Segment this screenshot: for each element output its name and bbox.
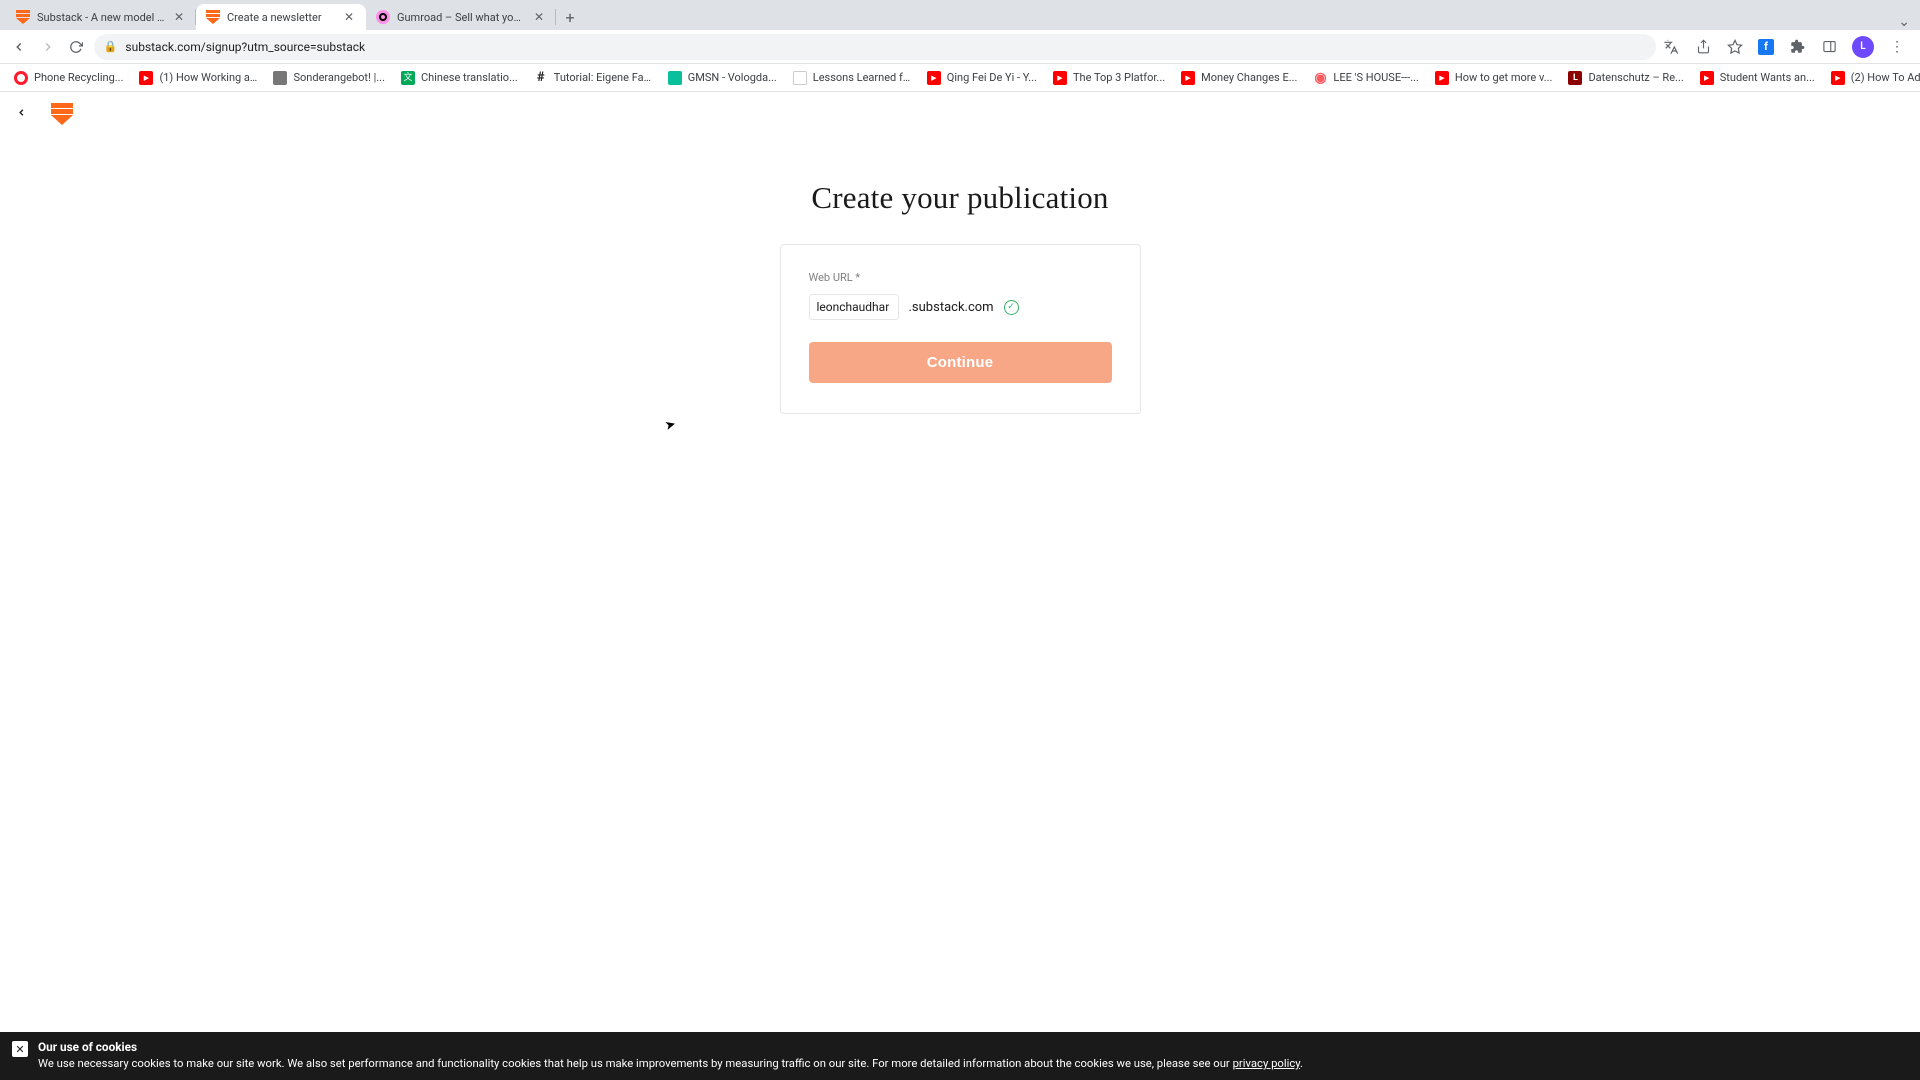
app-header (0, 92, 1920, 136)
bookmark-item[interactable]: ◉LEE 'S HOUSE---... (1307, 69, 1425, 87)
opera-icon (14, 71, 28, 85)
privacy-policy-link[interactable]: privacy policy (1233, 1057, 1300, 1070)
menu-icon[interactable]: ⋮ (1888, 38, 1906, 56)
bookmarks-bar: Phone Recycling... (1) How Working a... … (0, 64, 1920, 92)
cookie-text: Our use of cookies We use necessary cook… (38, 1040, 1303, 1070)
bookmark-item[interactable]: Qing Fei De Yi - Y... (921, 69, 1043, 87)
hash-icon: # (534, 71, 548, 85)
lock-icon: 🔒 (104, 40, 118, 53)
site-icon (273, 71, 287, 85)
bookmark-item[interactable]: How to get more v... (1429, 69, 1559, 87)
bookmark-item[interactable]: 文Chinese translatio... (395, 69, 524, 87)
page-title: Create your publication (811, 180, 1108, 216)
avatar[interactable]: L (1852, 36, 1874, 58)
browser-toolbar: 🔒 substack.com/signup?utm_source=substac… (0, 30, 1920, 64)
address-bar[interactable]: 🔒 substack.com/signup?utm_source=substac… (94, 34, 1656, 60)
youtube-icon (1053, 71, 1067, 85)
bookmark-item[interactable]: Student Wants an... (1694, 69, 1821, 87)
site-icon: 文 (401, 71, 415, 85)
side-panel-icon[interactable] (1820, 38, 1838, 56)
site-icon (668, 71, 682, 85)
cookie-banner: ✕ Our use of cookies We use necessary co… (0, 1032, 1920, 1080)
favicon-substack (16, 10, 30, 24)
close-icon[interactable]: ✕ (172, 10, 186, 24)
toolbar-right: f L ⋮ (1662, 36, 1912, 58)
back-button[interactable] (8, 35, 31, 59)
browser-chrome: Substack - A new model for p... ✕ Create… (0, 0, 1920, 92)
facebook-icon[interactable]: f (1758, 39, 1774, 55)
tab-gumroad[interactable]: Gumroad – Sell what you know... ✕ (366, 4, 556, 30)
bookmark-item[interactable]: (1) How Working a... (133, 69, 263, 87)
tab-strip-end: ⌄ (584, 14, 1920, 30)
tab-title: Substack - A new model for p... (37, 11, 165, 24)
extensions-icon[interactable] (1788, 38, 1806, 56)
tab-title: Gumroad – Sell what you know... (397, 11, 525, 24)
bookmark-item[interactable]: Money Changes E... (1175, 69, 1303, 87)
youtube-icon (927, 71, 941, 85)
publication-form-card: Web URL * .substack.com Continue (780, 244, 1141, 414)
youtube-icon (1831, 71, 1845, 85)
star-icon[interactable] (1726, 38, 1744, 56)
new-tab-button[interactable]: + (556, 4, 584, 30)
bookmark-item[interactable]: The Top 3 Platfor... (1047, 69, 1171, 87)
cursor-icon: ➤ (663, 417, 677, 434)
web-url-label: Web URL * (809, 271, 1112, 284)
reload-button[interactable] (65, 35, 88, 59)
substack-logo-icon[interactable] (51, 103, 73, 125)
chevron-down-icon[interactable]: ⌄ (1898, 14, 1910, 30)
tab-substack-home[interactable]: Substack - A new model for p... ✕ (6, 4, 196, 30)
back-chevron-icon[interactable] (16, 107, 27, 122)
bookmark-item[interactable]: #Tutorial: Eigene Fa... (528, 69, 658, 87)
youtube-icon (139, 71, 153, 85)
close-icon[interactable]: ✕ (12, 1041, 28, 1057)
url-suffix: .substack.com (909, 300, 994, 315)
youtube-icon (1700, 71, 1714, 85)
site-icon: L (1568, 71, 1582, 85)
tab-strip: Substack - A new model for p... ✕ Create… (0, 0, 1920, 30)
youtube-icon (1435, 71, 1449, 85)
url-text: substack.com/signup?utm_source=substack (125, 40, 365, 54)
bookmark-item[interactable]: Lessons Learned f... (787, 69, 917, 87)
cookie-body: We use necessary cookies to make our sit… (38, 1057, 1303, 1070)
page-content: Create your publication Web URL * .subst… (0, 92, 1920, 1080)
url-row: .substack.com (809, 294, 1112, 320)
bookmark-item[interactable]: LDatenschutz – Re... (1562, 69, 1689, 87)
share-icon[interactable] (1694, 38, 1712, 56)
url-input-wrap[interactable] (809, 294, 899, 320)
favicon-gumroad (376, 10, 390, 24)
airbnb-icon: ◉ (1313, 71, 1327, 85)
translate-icon[interactable] (1662, 38, 1680, 56)
cookie-heading: Our use of cookies (38, 1040, 1303, 1054)
check-icon (1004, 300, 1019, 315)
youtube-icon (1181, 71, 1195, 85)
forward-button[interactable] (37, 35, 60, 59)
bookmark-item[interactable]: Sonderangebot! |... (267, 69, 391, 87)
continue-button[interactable]: Continue (809, 342, 1112, 383)
tab-create-newsletter[interactable]: Create a newsletter ✕ (196, 4, 366, 30)
url-input[interactable] (817, 300, 891, 314)
close-icon[interactable]: ✕ (342, 10, 356, 24)
tab-title: Create a newsletter (227, 11, 335, 24)
site-icon (793, 71, 807, 85)
favicon-substack (206, 10, 220, 24)
main-content: Create your publication Web URL * .subst… (0, 136, 1920, 414)
bookmark-item[interactable]: Phone Recycling... (8, 69, 129, 87)
close-icon[interactable]: ✕ (532, 10, 546, 24)
bookmark-item[interactable]: (2) How To Add A... (1825, 69, 1920, 87)
bookmark-item[interactable]: GMSN - Vologda... (662, 69, 783, 87)
